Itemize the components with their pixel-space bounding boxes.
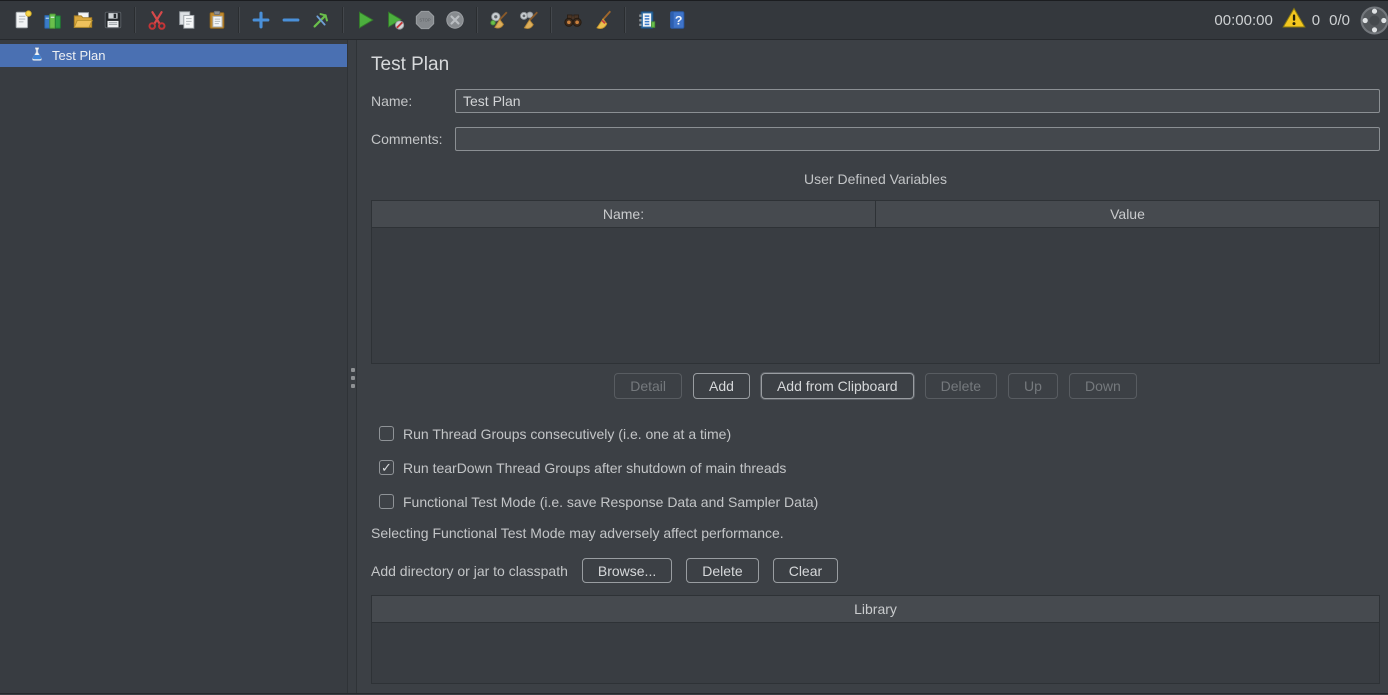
svg-text:?: ? — [675, 14, 683, 28]
elapsed-timer: 00:00:00 — [1214, 12, 1272, 29]
start-button[interactable] — [350, 5, 380, 35]
functional-mode-checkbox[interactable] — [379, 494, 394, 509]
toolbar-separator — [476, 7, 478, 33]
window-body: Test Plan Test Plan Name: Comments: User… — [0, 40, 1388, 694]
udv-column-header-name: Name: — [372, 201, 876, 228]
clear-classpath-button[interactable]: Clear — [773, 558, 838, 583]
user-defined-variables-table: Name: Value — [371, 200, 1380, 364]
log-errors-indicator[interactable]: 0 — [1282, 7, 1320, 34]
play-icon — [354, 9, 376, 31]
clear-all-icon — [518, 9, 540, 31]
search-reset-button[interactable] — [588, 5, 618, 35]
library-column-header: Library — [372, 596, 1380, 623]
paste-button[interactable] — [202, 5, 232, 35]
toolbar-status-area: 00:00:00 0 0/0 — [1214, 5, 1382, 36]
teardown-label: Run tearDown Thread Groups after shutdow… — [403, 460, 786, 476]
new-file-icon — [12, 9, 34, 31]
open-file-button[interactable] — [68, 5, 98, 35]
name-label: Name: — [371, 93, 455, 109]
toolbar-separator — [238, 7, 240, 33]
save-icon — [102, 9, 124, 31]
delete-classpath-button[interactable]: Delete — [686, 558, 758, 583]
add-button[interactable]: Add — [693, 373, 750, 399]
teardown-option[interactable]: ✓ Run tearDown Thread Groups after shutd… — [371, 459, 1380, 476]
library-table-body[interactable] — [372, 623, 1380, 684]
copy-button[interactable] — [172, 5, 202, 35]
help-icon: ? — [666, 9, 688, 31]
detail-button: Detail — [614, 373, 682, 399]
classpath-row: Add directory or jar to classpath Browse… — [371, 558, 1380, 583]
warning-triangle-icon — [1282, 7, 1306, 34]
tree-item-test-plan[interactable]: Test Plan — [0, 44, 347, 67]
stop-icon: STOP — [414, 9, 436, 31]
test-state-wheel-icon — [1359, 5, 1388, 36]
functional-mode-note: Selecting Functional Test Mode may adver… — [371, 525, 1380, 542]
library-table: Library — [371, 595, 1380, 684]
paste-icon — [206, 9, 228, 31]
broom-icon — [592, 9, 614, 31]
play-no-pauses-icon — [384, 9, 406, 31]
shutdown-button — [440, 5, 470, 35]
test-plan-flask-icon — [29, 46, 45, 65]
toggle-icon — [310, 9, 332, 31]
minus-icon — [280, 9, 302, 31]
toolbar-separator — [550, 7, 552, 33]
svg-text:STOP: STOP — [419, 18, 431, 23]
comments-label: Comments: — [371, 131, 455, 147]
zoom-out-button[interactable] — [276, 5, 306, 35]
warning-count: 0 — [1312, 12, 1320, 29]
function-helper-button[interactable] — [632, 5, 662, 35]
templates-icon — [42, 9, 64, 31]
up-button: Up — [1008, 373, 1058, 399]
teardown-checkbox[interactable]: ✓ — [379, 460, 394, 475]
tree-splitter[interactable] — [347, 40, 357, 693]
delete-variable-button: Delete — [925, 373, 997, 399]
search-button[interactable] — [558, 5, 588, 35]
classpath-label: Add directory or jar to classpath — [371, 563, 568, 579]
zoom-in-button[interactable] — [246, 5, 276, 35]
functional-mode-option[interactable]: Functional Test Mode (i.e. save Response… — [371, 493, 1380, 510]
function-helper-icon — [636, 9, 658, 31]
udv-table-body[interactable] — [372, 228, 1380, 364]
clear-button[interactable] — [484, 5, 514, 35]
run-consecutively-label: Run Thread Groups consecutively (i.e. on… — [403, 426, 731, 442]
run-consecutively-checkbox[interactable] — [379, 426, 394, 441]
page-title: Test Plan — [371, 54, 1380, 76]
tree-item-label: Test Plan — [52, 48, 105, 63]
toolbar-separator — [342, 7, 344, 33]
copy-icon — [176, 9, 198, 31]
splitter-grip[interactable] — [351, 368, 355, 388]
comments-input[interactable] — [455, 127, 1380, 151]
test-plan-panel: Test Plan Name: Comments: User Defined V… — [357, 40, 1388, 693]
save-button[interactable] — [98, 5, 128, 35]
add-from-clipboard-button[interactable]: Add from Clipboard — [761, 373, 914, 399]
down-button: Down — [1069, 373, 1137, 399]
udv-button-row: Detail Add Add from Clipboard Delete Up … — [371, 373, 1380, 399]
run-consecutively-option[interactable]: Run Thread Groups consecutively (i.e. on… — [371, 425, 1380, 442]
thread-count: 0/0 — [1329, 12, 1350, 29]
cut-button[interactable] — [142, 5, 172, 35]
start-no-timers-button[interactable] — [380, 5, 410, 35]
toolbar-separator — [134, 7, 136, 33]
functional-mode-label: Functional Test Mode (i.e. save Response… — [403, 494, 818, 510]
cut-scissors-icon — [146, 9, 168, 31]
help-button[interactable]: ? — [662, 5, 692, 35]
new-file-button[interactable] — [8, 5, 38, 35]
clear-all-button[interactable] — [514, 5, 544, 35]
udv-section-title: User Defined Variables — [371, 171, 1380, 188]
clear-icon — [488, 9, 510, 31]
toggle-elements-button[interactable] — [306, 5, 336, 35]
plus-icon — [250, 9, 272, 31]
name-input[interactable] — [455, 89, 1380, 113]
binoculars-icon — [562, 9, 584, 31]
test-plan-tree[interactable]: Test Plan — [0, 40, 347, 693]
browse-button[interactable]: Browse... — [582, 558, 672, 583]
toolbar: STOP ? 00:00:00 0 0/0 — [0, 0, 1388, 40]
stop-button: STOP — [410, 5, 440, 35]
templates-button[interactable] — [38, 5, 68, 35]
shutdown-icon — [444, 9, 466, 31]
open-folder-icon — [72, 9, 94, 31]
toolbar-separator — [624, 7, 626, 33]
udv-column-header-value: Value — [876, 201, 1380, 228]
